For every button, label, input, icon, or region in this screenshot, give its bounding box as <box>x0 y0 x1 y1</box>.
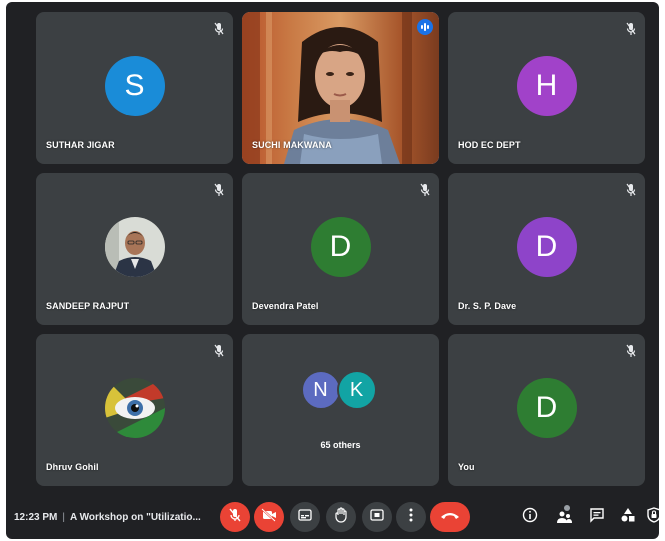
more-vert-icon <box>409 508 413 527</box>
mic-muted-icon <box>626 22 636 36</box>
camera-off-icon <box>261 507 277 527</box>
end-call-icon <box>440 508 460 526</box>
avatar: D <box>516 378 577 438</box>
participant-name: SUCHI MAKWANA <box>252 140 332 150</box>
activities-icon <box>620 507 636 528</box>
raise-hand-button[interactable] <box>326 502 356 532</box>
participant-tile[interactable]: SANDEEP RAJPUT <box>36 173 233 325</box>
profile-photo <box>104 217 165 277</box>
participant-tile[interactable]: Dhruv Gohil <box>36 334 233 486</box>
avatar: K <box>336 370 377 410</box>
meeting-info: 12:23 PM | A Workshop on "Utilizatio... <box>14 512 201 523</box>
meeting-title: A Workshop on "Utilizatio... <box>69 512 201 523</box>
present-icon <box>370 508 384 526</box>
participant-name: HOD EC DEPT <box>458 140 521 150</box>
avatar: D <box>310 217 371 277</box>
others-count: 65 others <box>320 440 361 450</box>
participant-tile[interactable]: H HOD EC DEPT <box>448 12 645 164</box>
people-icon <box>555 504 573 530</box>
avatar: N <box>300 370 341 410</box>
mic-toggle-button[interactable] <box>220 502 250 532</box>
clock-time: 12:23 PM <box>14 512 58 523</box>
participant-name: SUTHAR JIGAR <box>46 140 115 150</box>
profile-photo <box>104 378 165 438</box>
participant-tile-active-speaker[interactable]: SUCHI MAKWANA <box>242 12 439 164</box>
meeting-details-button[interactable] <box>519 506 541 528</box>
separator: | <box>62 512 65 523</box>
participant-tile[interactable]: D Devendra Patel <box>242 173 439 325</box>
activities-button[interactable] <box>617 506 639 528</box>
bottom-control-bar: 12:23 PM | A Workshop on "Utilizatio... <box>6 496 659 539</box>
mic-muted-icon <box>626 344 636 358</box>
avatar: S <box>104 56 165 116</box>
mic-muted-icon <box>214 22 224 36</box>
participant-tile[interactable]: D Dr. S. P. Dave <box>448 173 645 325</box>
participant-tile-self[interactable]: D You <box>448 334 645 486</box>
mic-muted-icon <box>214 183 224 197</box>
meet-window: S SUTHAR JIGAR SUCHI MAKWANA H HOD EC DE… <box>6 2 659 539</box>
lock-icon <box>647 506 659 528</box>
captions-icon <box>298 508 312 526</box>
participant-name: Dhruv Gohil <box>46 462 99 472</box>
mic-muted-icon <box>626 183 636 197</box>
participant-name: Devendra Patel <box>252 301 319 311</box>
chat-icon <box>589 507 605 528</box>
avatar: H <box>516 56 577 116</box>
speaking-indicator-icon <box>417 19 433 35</box>
others-tile[interactable]: N K 65 others <box>242 334 439 486</box>
end-call-button[interactable] <box>430 502 470 532</box>
participant-name: Dr. S. P. Dave <box>458 301 517 311</box>
participant-tile[interactable]: S SUTHAR JIGAR <box>36 12 233 164</box>
others-avatars: N K <box>300 370 381 422</box>
host-controls-button[interactable] <box>643 506 659 528</box>
mic-muted-icon <box>420 183 430 197</box>
people-button[interactable] <box>553 504 575 530</box>
info-icon <box>522 507 538 528</box>
participant-grid: S SUTHAR JIGAR SUCHI MAKWANA H HOD EC DE… <box>36 12 645 486</box>
mic-muted-icon <box>214 344 224 358</box>
camera-toggle-button[interactable] <box>254 502 284 532</box>
more-options-button[interactable] <box>396 502 426 532</box>
captions-button[interactable] <box>290 502 320 532</box>
hand-icon <box>334 506 348 528</box>
present-button[interactable] <box>362 502 392 532</box>
avatar: D <box>516 217 577 277</box>
participant-name: SANDEEP RAJPUT <box>46 301 130 311</box>
mic-off-icon <box>228 507 242 528</box>
chat-button[interactable] <box>586 506 608 528</box>
participant-name: You <box>458 462 475 472</box>
